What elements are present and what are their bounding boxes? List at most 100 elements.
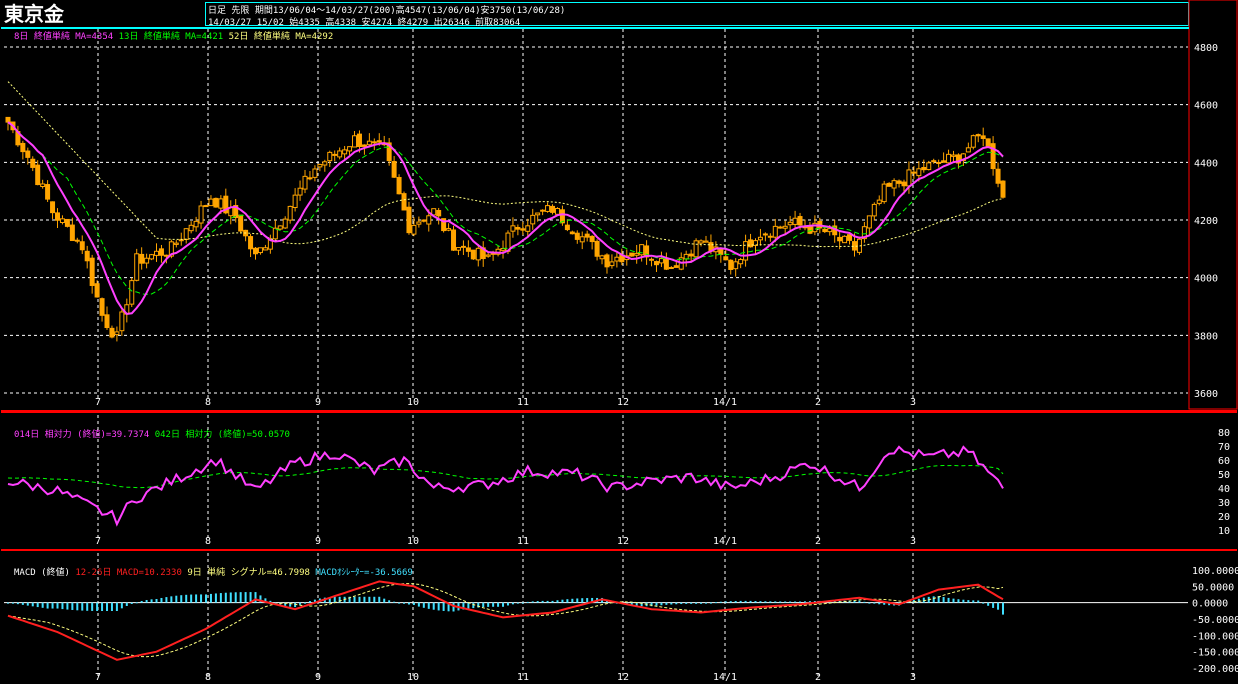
candle-body bbox=[401, 193, 407, 211]
candle-body bbox=[827, 228, 833, 233]
macd-histogram-bar bbox=[195, 594, 198, 603]
macd-histogram-bar bbox=[546, 600, 549, 603]
candle-body bbox=[911, 171, 917, 174]
rsi-y-tick-label: 10 bbox=[1218, 526, 1230, 537]
candle-body bbox=[144, 257, 150, 264]
price-y-tick-label: 3800 bbox=[1194, 331, 1218, 342]
price-y-tick-label: 4000 bbox=[1194, 274, 1218, 285]
candle-body bbox=[723, 256, 729, 261]
candle-body bbox=[347, 146, 353, 152]
candle-body bbox=[941, 160, 947, 163]
macd-histogram-bar bbox=[690, 602, 693, 604]
macd-histogram-bar bbox=[299, 602, 302, 605]
candle-body bbox=[302, 175, 308, 190]
macd-histogram-bar bbox=[511, 602, 514, 605]
candle-body bbox=[282, 218, 288, 229]
rsi-x-tick-label: 9 bbox=[315, 536, 321, 547]
macd-histogram-bar bbox=[175, 595, 178, 603]
candle-body bbox=[396, 177, 402, 195]
candle-body bbox=[728, 259, 734, 270]
macd-histogram-bar bbox=[536, 601, 539, 603]
candle-body bbox=[416, 221, 422, 225]
macd-histogram-bar bbox=[695, 602, 698, 604]
candle-body bbox=[594, 240, 600, 257]
macd-histogram-bar bbox=[700, 602, 703, 604]
macd-histogram-bar bbox=[670, 602, 673, 605]
candle-body bbox=[901, 181, 907, 187]
macd-y-tick-label: 0.0000 bbox=[1192, 599, 1228, 610]
candle-body bbox=[663, 257, 669, 270]
macd-histogram-bar bbox=[675, 602, 678, 605]
rsi-x-tick-label: 14/1 bbox=[713, 536, 737, 547]
rsi-x-tick-label: 3 bbox=[910, 536, 916, 547]
macd-histogram-bar bbox=[551, 600, 554, 603]
macd-histogram-bar bbox=[878, 602, 881, 605]
candle-body bbox=[629, 252, 635, 257]
macd-histogram-bar bbox=[467, 602, 470, 609]
candle-body bbox=[995, 168, 1001, 184]
macd-histogram-bar bbox=[333, 596, 336, 603]
candle-body bbox=[579, 236, 585, 243]
candle-body bbox=[406, 206, 412, 234]
macd-histogram-bar bbox=[150, 599, 153, 603]
macd-histogram-bar bbox=[541, 600, 544, 603]
macd-histogram-bar bbox=[521, 602, 524, 604]
macd-histogram-bar bbox=[81, 602, 84, 611]
macd-histogram-bar bbox=[967, 600, 970, 603]
macd-histogram-bar bbox=[506, 602, 509, 606]
macd-histogram-bar bbox=[155, 598, 158, 603]
macd-histogram-bar bbox=[502, 602, 505, 607]
candle-body bbox=[891, 180, 897, 189]
candle-body bbox=[149, 254, 155, 260]
macd-histogram-bar bbox=[115, 602, 118, 611]
macd-y-tick-label: 100.0000 bbox=[1192, 566, 1238, 577]
macd-histogram-bar bbox=[744, 600, 747, 603]
candle-body bbox=[183, 228, 189, 240]
candle-body bbox=[668, 267, 674, 270]
macd-histogram-bar bbox=[308, 601, 311, 603]
macd-histogram-bar bbox=[561, 599, 564, 603]
candle-body bbox=[30, 158, 36, 168]
candle-body bbox=[554, 208, 560, 215]
macd-histogram-bar bbox=[734, 600, 737, 603]
macd-histogram-bar bbox=[417, 602, 420, 607]
candle-body bbox=[673, 265, 679, 268]
candle-body bbox=[916, 168, 922, 177]
candle-body bbox=[292, 194, 298, 209]
candle-body bbox=[564, 224, 570, 231]
candle-body bbox=[465, 247, 471, 252]
macd-histogram-bar bbox=[759, 601, 762, 603]
rsi-y-tick-label: 20 bbox=[1218, 512, 1230, 523]
candle-body bbox=[20, 142, 26, 153]
macd-histogram-bar bbox=[209, 593, 212, 603]
candle-body bbox=[688, 253, 694, 257]
candle-body bbox=[589, 235, 595, 243]
candle-body bbox=[886, 182, 892, 187]
macd-histogram-bar bbox=[36, 602, 39, 608]
macd-histogram-bar bbox=[957, 599, 960, 603]
candle-body bbox=[822, 228, 828, 233]
candle-body bbox=[782, 225, 788, 229]
candle-body bbox=[787, 221, 793, 226]
macd-histogram-bar bbox=[185, 594, 188, 603]
macd-histogram-bar bbox=[403, 602, 406, 604]
macd-histogram-bar bbox=[709, 602, 712, 604]
candle-body bbox=[40, 183, 46, 187]
macd-histogram-bar bbox=[724, 601, 727, 603]
candle-body bbox=[926, 162, 932, 171]
candle-body bbox=[253, 247, 259, 255]
macd-histogram-bar bbox=[304, 602, 307, 604]
rsi-x-tick-label: 7 bbox=[95, 536, 101, 547]
macd-histogram-bar bbox=[942, 597, 945, 603]
macd-histogram-bar bbox=[972, 600, 975, 603]
candle-body bbox=[129, 280, 135, 305]
macd-histogram-bar bbox=[61, 602, 64, 610]
macd-histogram-bar bbox=[566, 599, 569, 603]
candle-body bbox=[119, 311, 125, 332]
price-x-tick-label: 14/1 bbox=[713, 397, 737, 408]
macd-x-tick-label: 12 bbox=[617, 672, 629, 683]
macd-histogram-bar bbox=[21, 602, 24, 605]
candle-body bbox=[322, 161, 328, 166]
candle-body bbox=[94, 283, 100, 298]
macd-histogram-bar bbox=[932, 596, 935, 603]
